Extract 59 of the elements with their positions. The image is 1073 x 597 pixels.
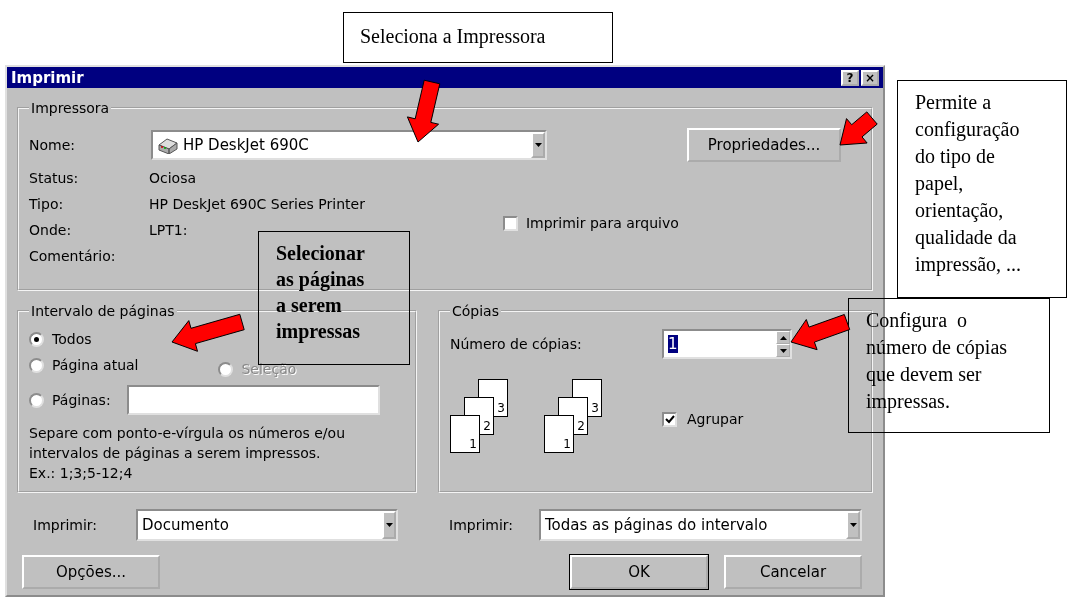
properties-button[interactable]: Propriedades... bbox=[687, 128, 841, 162]
close-button[interactable]: × bbox=[861, 69, 879, 86]
copies-value: 1 bbox=[668, 335, 678, 353]
window-title: Imprimir bbox=[11, 68, 84, 87]
info-label: Status: bbox=[29, 170, 80, 186]
spin-down-icon[interactable] bbox=[776, 344, 790, 357]
radio-label: Página atual bbox=[52, 357, 139, 373]
printer-icon bbox=[157, 136, 179, 154]
info-label: Onde: bbox=[29, 222, 73, 238]
dropdown-value: HP DeskJet 690C bbox=[183, 136, 310, 154]
field-label: Imprimir: bbox=[32, 517, 99, 533]
callout-text: Configura o número de cópias que devem ser impressas. bbox=[866, 308, 1009, 415]
pointer-arrow bbox=[839, 111, 878, 146]
field-label: Nome: bbox=[29, 137, 76, 153]
pointer-arrow bbox=[406, 79, 441, 143]
dialog-button[interactable]: Opções... bbox=[22, 555, 160, 589]
dropdown-arrow-icon bbox=[849, 523, 857, 527]
help-text: Separe com ponto-e-vírgula os números e/ou bbox=[29, 424, 346, 443]
printer-dropdown[interactable]: HP DeskJet 690C bbox=[151, 130, 547, 160]
page-sheet: 1 bbox=[450, 415, 480, 453]
dropdown-value: Documento bbox=[142, 516, 230, 534]
checkbox[interactable] bbox=[502, 215, 518, 231]
group-title: Cópias bbox=[451, 303, 500, 319]
help-text: Ex.: 1;3;5-12;4 bbox=[29, 464, 134, 483]
field-label: Imprimir: bbox=[449, 517, 515, 533]
checkbox-label: Imprimir para arquivo bbox=[525, 215, 679, 231]
info-label: Comentário: bbox=[29, 248, 117, 264]
radio-label: Todos bbox=[52, 331, 92, 347]
dropdown-arrow-icon bbox=[534, 143, 542, 147]
group-title: Intervalo de páginas bbox=[30, 303, 176, 319]
help-text: intervalos de páginas a serem impressos. bbox=[29, 444, 322, 463]
dropdown-arrow-icon bbox=[385, 523, 393, 527]
radio-button[interactable] bbox=[29, 357, 44, 373]
help-button[interactable]: ? bbox=[841, 69, 859, 86]
info-value: HP DeskJet 690C Series Printer bbox=[149, 196, 365, 212]
dialog-button[interactable]: Cancelar bbox=[724, 555, 862, 589]
callout-text: Seleciona a Impressora bbox=[360, 24, 547, 50]
print-pages-dropdown[interactable]: Todas as páginas do intervalo bbox=[539, 509, 862, 541]
radio-button[interactable] bbox=[29, 392, 44, 408]
info-value: Ociosa bbox=[149, 170, 198, 186]
radio-label: Seleção bbox=[241, 361, 297, 377]
callout-text: Selecionar as páginas a serem impressas bbox=[276, 241, 366, 344]
checkbox[interactable] bbox=[662, 411, 677, 427]
page-sheet: 1 bbox=[544, 415, 574, 453]
copies-spin-field[interactable]: 1 bbox=[662, 329, 792, 359]
spin-up-icon[interactable] bbox=[776, 331, 790, 344]
dropdown-value: Todas as páginas do intervalo bbox=[545, 516, 769, 534]
checkbox-label: Agrupar bbox=[687, 411, 744, 427]
info-label: Tipo: bbox=[29, 196, 65, 212]
info-value: LPT1: bbox=[149, 222, 189, 238]
radio-button[interactable] bbox=[29, 331, 44, 347]
checkmark-icon bbox=[664, 414, 675, 424]
callout-text: Permite a configuração do tipo de papel, orientação, qualidade da impressão, ... bbox=[915, 90, 1023, 278]
pages-input-field[interactable] bbox=[126, 385, 380, 415]
print-what-dropdown[interactable]: Documento bbox=[136, 509, 398, 541]
field-label: Número de cópias: bbox=[450, 336, 583, 352]
group-title: Impressora bbox=[30, 100, 111, 116]
radio-label: Páginas: bbox=[52, 392, 111, 408]
dialog-button[interactable]: OK bbox=[570, 555, 708, 589]
